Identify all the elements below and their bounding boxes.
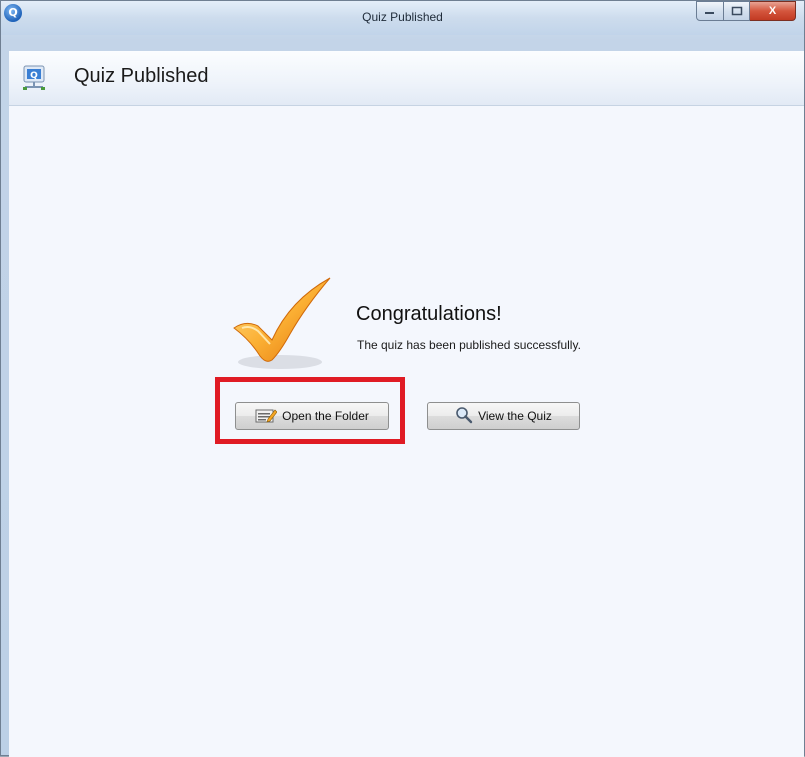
quiz-network-icon: Q <box>21 63 47 91</box>
success-message: The quiz has been published successfully… <box>357 338 581 352</box>
view-quiz-button[interactable]: View the Quiz <box>427 402 580 430</box>
maximize-button[interactable] <box>724 1 750 21</box>
window-controls: X <box>696 1 796 23</box>
main-content: Congratulations! The quiz has been publi… <box>9 106 804 757</box>
maximize-icon <box>731 6 742 16</box>
window-title: Quiz Published <box>362 10 443 24</box>
page-header: Q Quiz Published <box>9 51 804 106</box>
quiz-published-window: Q Quiz Published X Q Quiz Published Cong… <box>0 0 805 757</box>
svg-text:Q: Q <box>30 71 38 81</box>
minimize-button[interactable] <box>696 1 724 21</box>
congratulations-heading: Congratulations! <box>356 303 502 325</box>
page-title: Quiz Published <box>74 65 209 87</box>
checkmark-icon <box>232 276 334 379</box>
view-quiz-label: View the Quiz <box>478 409 552 423</box>
close-button[interactable]: X <box>750 1 796 21</box>
magnifier-icon <box>455 406 473 427</box>
title-bar[interactable]: Q Quiz Published X <box>1 1 804 35</box>
highlight-box <box>215 377 405 444</box>
minimize-icon <box>705 12 714 14</box>
